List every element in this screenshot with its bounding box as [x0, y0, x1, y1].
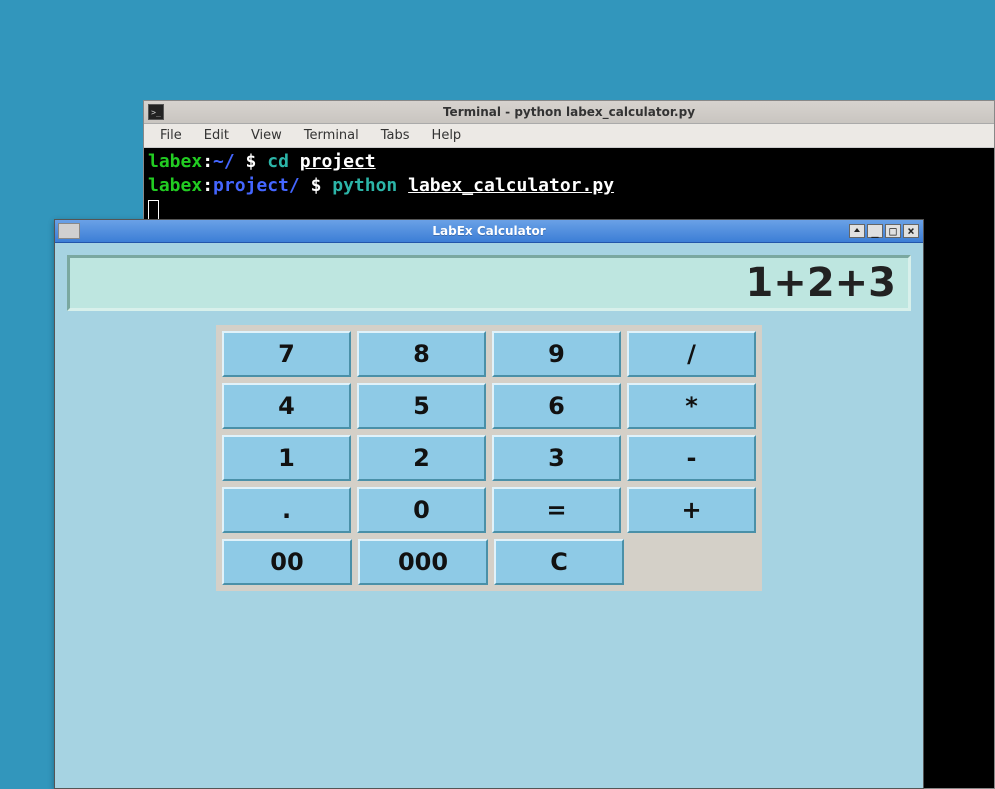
calculator-display: 1+2+3 — [67, 255, 911, 311]
key-00[interactable]: 00 — [222, 539, 352, 585]
menu-edit[interactable]: Edit — [194, 126, 239, 145]
close-button[interactable]: × — [903, 224, 919, 238]
prompt-host: labex — [148, 151, 202, 172]
key-4[interactable]: 4 — [222, 383, 351, 429]
calculator-title: LabEx Calculator — [55, 224, 923, 238]
terminal-titlebar[interactable]: >_ Terminal - python labex_calculator.py — [144, 101, 994, 124]
terminal-icon: >_ — [148, 104, 164, 120]
key-2[interactable]: 2 — [357, 435, 486, 481]
cmd-cd: cd — [267, 151, 289, 172]
calculator-window-icon — [58, 223, 80, 239]
menu-file[interactable]: File — [150, 126, 192, 145]
prompt-host: labex — [148, 175, 202, 196]
terminal-output[interactable]: labex:~/ $ cd project labex:project/ $ p… — [144, 148, 994, 224]
menu-view[interactable]: View — [241, 126, 292, 145]
key-7[interactable]: 7 — [222, 331, 351, 377]
key-3[interactable]: 3 — [492, 435, 621, 481]
prompt-colon: : — [202, 151, 213, 172]
key-multiply[interactable]: * — [627, 383, 756, 429]
menu-help[interactable]: Help — [422, 126, 472, 145]
key-subtract[interactable]: - — [627, 435, 756, 481]
prompt-dollar: $ — [235, 151, 268, 172]
calculator-titlebar[interactable]: LabEx Calculator _ □ × — [55, 220, 923, 243]
keypad-row: 1 2 3 - — [219, 432, 759, 484]
maximize-button[interactable]: □ — [885, 224, 901, 238]
key-empty — [630, 539, 756, 585]
calculator-keypad: 7 8 9 / 4 5 6 * 1 2 3 - . 0 = + — [216, 325, 762, 591]
key-9[interactable]: 9 — [492, 331, 621, 377]
keypad-row: 4 5 6 * — [219, 380, 759, 432]
cmd-arg-project: project — [300, 151, 376, 172]
key-000[interactable]: 000 — [358, 539, 488, 585]
key-add[interactable]: + — [627, 487, 756, 533]
key-equals[interactable]: = — [492, 487, 621, 533]
terminal-menubar: File Edit View Terminal Tabs Help — [144, 124, 994, 148]
key-decimal[interactable]: . — [222, 487, 351, 533]
key-1[interactable]: 1 — [222, 435, 351, 481]
key-clear[interactable]: C — [494, 539, 624, 585]
display-value: 1+2+3 — [745, 260, 896, 306]
cmd-arg-script: labex_calculator.py — [408, 175, 614, 196]
keypad-row: . 0 = + — [219, 484, 759, 536]
key-5[interactable]: 5 — [357, 383, 486, 429]
key-divide[interactable]: / — [627, 331, 756, 377]
minimize-button[interactable]: _ — [867, 224, 883, 238]
key-8[interactable]: 8 — [357, 331, 486, 377]
key-0[interactable]: 0 — [357, 487, 486, 533]
shade-button[interactable] — [849, 224, 865, 238]
keypad-row: 00 000 C — [219, 536, 759, 588]
prompt-colon: : — [202, 175, 213, 196]
cmd-python: python — [332, 175, 397, 196]
prompt-path: ~/ — [213, 151, 235, 172]
key-6[interactable]: 6 — [492, 383, 621, 429]
shade-icon — [852, 226, 862, 236]
terminal-title: Terminal - python labex_calculator.py — [144, 105, 994, 119]
calculator-body: 1+2+3 7 8 9 / 4 5 6 * 1 2 3 - . — [55, 243, 923, 603]
calculator-window: LabEx Calculator _ □ × 1+2+3 7 8 9 / 4 5… — [54, 219, 924, 789]
prompt-path: project/ — [213, 175, 300, 196]
menu-tabs[interactable]: Tabs — [371, 126, 420, 145]
prompt-dollar: $ — [300, 175, 333, 196]
terminal-cursor — [148, 200, 159, 220]
window-controls: _ □ × — [849, 224, 919, 238]
menu-terminal[interactable]: Terminal — [294, 126, 369, 145]
keypad-row: 7 8 9 / — [219, 328, 759, 380]
